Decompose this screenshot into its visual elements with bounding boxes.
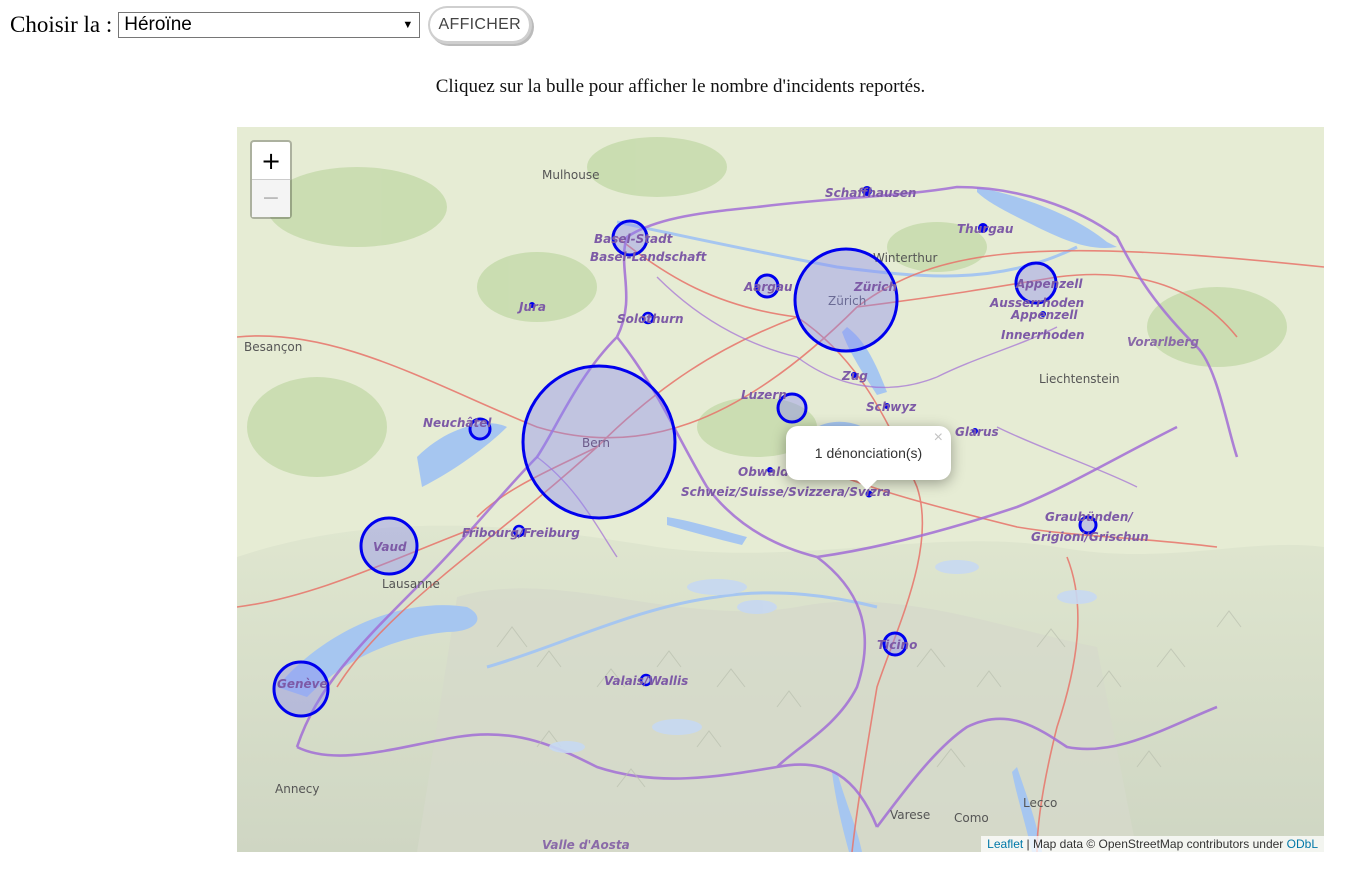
zoom-in-button[interactable]: +	[252, 142, 290, 180]
region-label: Valle d'Aosta	[542, 838, 630, 852]
canton-label: Luzern	[741, 388, 787, 402]
canton-label: Grigioni/Grischun	[1031, 530, 1149, 544]
city-label: Como	[954, 811, 989, 825]
dropdown-arrow-icon: ▼	[402, 19, 414, 31]
canton-label: Valais/Wallis	[604, 674, 688, 688]
canton-label: Fribourg/Freiburg	[462, 526, 580, 540]
zoom-out-button[interactable]: −	[252, 180, 290, 217]
canton-label: Aargau	[743, 280, 793, 294]
map-attribution: Leaflet | Map data © OpenStreetMap contr…	[981, 836, 1324, 852]
canton-label: Thurgau	[957, 222, 1014, 236]
drug-select[interactable]: Héroïne ▼	[118, 12, 421, 38]
canton-label: Innerrhoden	[1001, 328, 1085, 342]
canton-label: Neuchâtel	[423, 416, 492, 430]
city-label: Annecy	[275, 782, 320, 796]
zoom-control: + −	[250, 140, 292, 219]
city-label: Lecco	[1023, 796, 1057, 810]
filter-label: Choisir la :	[10, 12, 113, 37]
map-tiles: Mulhouse Besançon Winterthur Lausanne Zü…	[237, 127, 1324, 852]
drug-select-value: Héroïne	[124, 14, 192, 35]
canton-label: Bern	[582, 436, 610, 450]
city-label: Besançon	[244, 340, 302, 354]
afficher-button[interactable]: AFFICHER	[428, 6, 533, 44]
canton-label: Appenzell	[1010, 308, 1078, 322]
filter-form: Choisir la : Héroïne ▼ AFFICHER	[10, 6, 533, 44]
canton-label: Solothurn	[617, 312, 684, 326]
popup-text: 1 dénonciation(s)	[814, 445, 923, 461]
canton-label: Schwyz	[866, 400, 917, 414]
canton-label: Zug	[841, 369, 868, 383]
city-label: Varese	[890, 808, 930, 822]
bubble-zurich[interactable]	[793, 247, 899, 353]
odbl-link[interactable]: ODbL	[1287, 837, 1318, 851]
popup-close-icon[interactable]: ×	[934, 429, 943, 447]
leaflet-link[interactable]: Leaflet	[987, 837, 1023, 851]
canton-label: Vaud	[373, 540, 407, 554]
map-container[interactable]: Mulhouse Besançon Winterthur Lausanne Zü…	[237, 127, 1324, 852]
incident-popup: 1 dénonciation(s) ×	[786, 426, 951, 490]
region-label: Vorarlberg	[1127, 335, 1199, 349]
canton-label: Genève	[277, 677, 328, 691]
canton-label: Basel-Stadt	[594, 232, 674, 246]
canton-label: Ticino	[877, 638, 917, 652]
city-label: Liechtenstein	[1039, 372, 1120, 386]
canton-label: Glarus	[955, 425, 999, 439]
canton-label: Jura	[517, 300, 546, 314]
canton-label: Schaffhausen	[825, 186, 916, 200]
map-instruction: Cliquez sur la bulle pour afficher le no…	[435, 76, 926, 97]
city-label: Lausanne	[382, 577, 440, 591]
canton-label: Appenzell	[1015, 277, 1083, 291]
popup-tip	[856, 479, 878, 490]
attribution-text: | Map data © OpenStreetMap contributors …	[1023, 837, 1287, 851]
canton-label: Basel-Landschaft	[590, 250, 708, 264]
canton-label: Graubünden/	[1045, 510, 1134, 524]
canton-label: Zürich	[853, 280, 897, 294]
city-label: Mulhouse	[542, 168, 599, 182]
